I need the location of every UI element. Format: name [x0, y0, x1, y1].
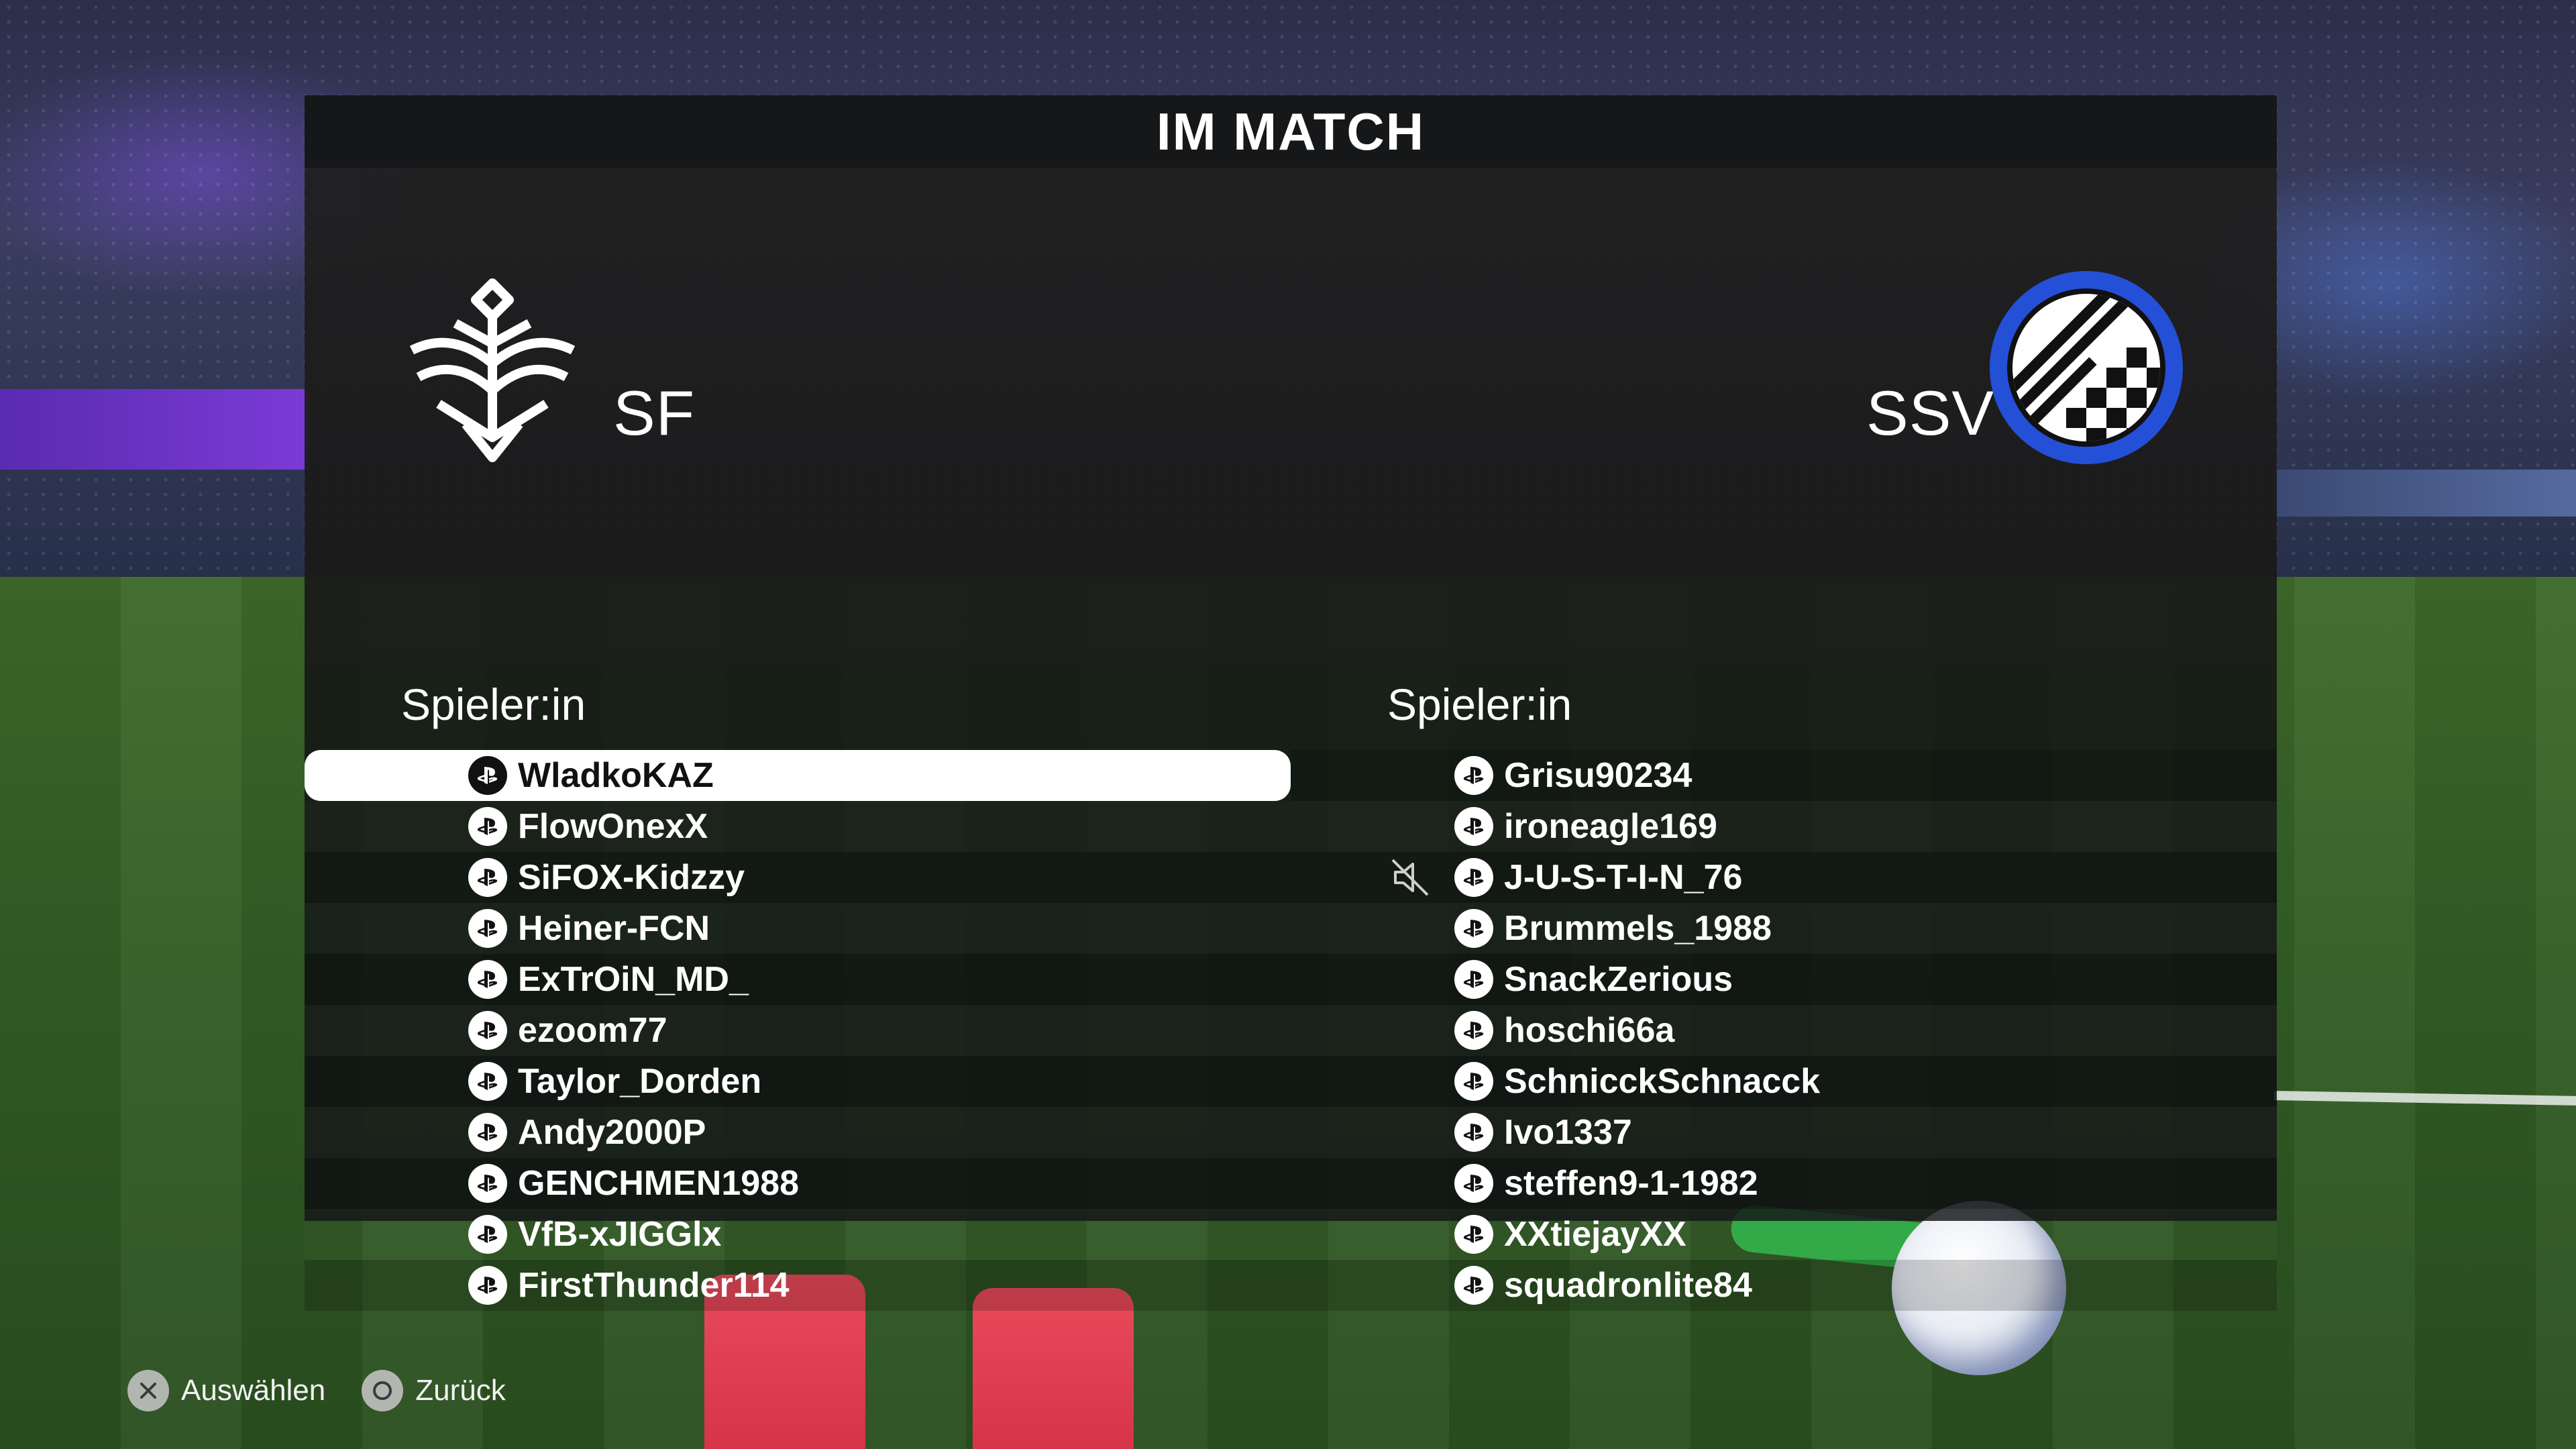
player-row[interactable]: SnackZerious: [1291, 954, 2277, 1005]
playstation-icon: [1454, 1215, 1493, 1254]
playstation-icon: [1454, 756, 1493, 795]
advertising-board-right: [2274, 470, 2576, 517]
player-name: Brummels_1988: [1504, 909, 1772, 948]
playstation-icon: [468, 858, 507, 897]
player-row[interactable]: WladkoKAZ: [305, 750, 1291, 801]
playstation-icon: [1454, 1011, 1493, 1050]
playstation-icon: [468, 1113, 507, 1152]
player-sock-right: [973, 1288, 1134, 1449]
player-name: hoschi66a: [1504, 1011, 1675, 1050]
player-row[interactable]: Grisu90234: [1291, 750, 2277, 801]
playstation-icon: [1454, 807, 1493, 846]
playstation-icon: [468, 1011, 507, 1050]
player-row[interactable]: squadronlite84: [1291, 1260, 2277, 1311]
player-row[interactable]: Andy2000P: [305, 1107, 1291, 1158]
playstation-icon: [468, 1215, 507, 1254]
away-column-header: Spieler:in: [1387, 680, 1572, 729]
home-player-list: WladkoKAZ FlowOnexX SiFOX-Kidzzy Heiner-FCN…: [305, 750, 1291, 1311]
player-row[interactable]: Taylor_Dorden: [305, 1056, 1291, 1107]
back-button[interactable]: Zurück: [362, 1370, 506, 1411]
player-name: XXtiejayXX: [1504, 1215, 1686, 1254]
playstation-icon: [1454, 960, 1493, 999]
player-name: steffen9-1-1982: [1504, 1164, 1758, 1203]
select-label: Auswählen: [181, 1374, 326, 1407]
playstation-icon: [468, 909, 507, 948]
player-row[interactable]: FirstThunder114: [305, 1260, 1291, 1311]
page-title: IM MATCH: [305, 95, 2277, 168]
player-row[interactable]: ironeagle169: [1291, 801, 2277, 852]
player-name: ironeagle169: [1504, 807, 1717, 846]
player-name: SnackZerious: [1504, 960, 1733, 999]
playstation-icon: [1454, 1266, 1493, 1305]
player-name: Ivo1337: [1504, 1113, 1632, 1152]
cross-button-icon: [127, 1370, 169, 1411]
player-name: WladkoKAZ: [518, 756, 714, 795]
player-row[interactable]: Brummels_1988: [1291, 903, 2277, 954]
playstation-icon: [468, 807, 507, 846]
playstation-icon: [1454, 1113, 1493, 1152]
player-row[interactable]: Heiner-FCN: [305, 903, 1291, 954]
player-row[interactable]: SchnicckSchnacck: [1291, 1056, 2277, 1107]
playstation-icon: [1454, 1164, 1493, 1203]
home-team-name: SF: [613, 378, 696, 448]
player-name: Andy2000P: [518, 1113, 706, 1152]
playstation-icon: [468, 1266, 507, 1305]
playstation-icon: [1454, 1062, 1493, 1101]
player-name: ezoom77: [518, 1011, 667, 1050]
player-name: squadronlite84: [1504, 1266, 1752, 1305]
player-name: Heiner-FCN: [518, 909, 710, 948]
select-button[interactable]: Auswählen: [127, 1370, 325, 1411]
away-team-crest-icon: [1990, 271, 2183, 464]
player-row[interactable]: VfB-xJIGGlx: [305, 1209, 1291, 1260]
player-row[interactable]: J-U-S-T-I-N_76: [1291, 852, 2277, 903]
playstation-icon: [468, 756, 507, 795]
player-name: FlowOnexX: [518, 807, 708, 846]
player-name: GENCHMEN1988: [518, 1164, 800, 1203]
player-row[interactable]: FlowOnexX: [305, 801, 1291, 852]
footer-controls: Auswählen Zurück: [127, 1370, 506, 1411]
circle-button-icon: [362, 1370, 404, 1411]
away-player-list: Grisu90234 ironeagle169 J-U-S-T-I-N_76 Brum…: [1291, 750, 2277, 1311]
player-row[interactable]: ExTrOiN_MD_: [305, 954, 1291, 1005]
player-row[interactable]: Ivo1337: [1291, 1107, 2277, 1158]
player-row[interactable]: ezoom77: [305, 1005, 1291, 1056]
player-row[interactable]: SiFOX-Kidzzy: [305, 852, 1291, 903]
player-name: ExTrOiN_MD_: [518, 960, 749, 999]
player-row[interactable]: XXtiejayXX: [1291, 1209, 2277, 1260]
player-row[interactable]: GENCHMEN1988: [305, 1158, 1291, 1209]
playstation-icon: [468, 960, 507, 999]
back-label: Zurück: [415, 1374, 506, 1407]
away-team-name: SSV: [1866, 378, 1995, 448]
advertising-board-left: [0, 389, 309, 470]
player-row[interactable]: steffen9-1-1982: [1291, 1158, 2277, 1209]
playstation-icon: [468, 1062, 507, 1101]
home-team-crest-icon: [409, 278, 576, 462]
player-name: FirstThunder114: [518, 1266, 790, 1305]
player-row[interactable]: hoschi66a: [1291, 1005, 2277, 1056]
playstation-icon: [468, 1164, 507, 1203]
playstation-icon: [1454, 909, 1493, 948]
home-column-header: Spieler:in: [401, 680, 586, 729]
player-name: SiFOX-Kidzzy: [518, 858, 745, 897]
speaker-muted-icon: [1389, 856, 1432, 899]
playstation-icon: [1454, 858, 1493, 897]
in-match-panel: IM MATCH SF SSV Spieler:in Spieler:in Wl…: [305, 95, 2277, 1311]
player-name: VfB-xJIGGlx: [518, 1215, 722, 1254]
player-name: SchnicckSchnacck: [1504, 1062, 1821, 1101]
player-name: Grisu90234: [1504, 756, 1693, 795]
player-name: Taylor_Dorden: [518, 1062, 762, 1101]
player-name: J-U-S-T-I-N_76: [1504, 858, 1743, 897]
